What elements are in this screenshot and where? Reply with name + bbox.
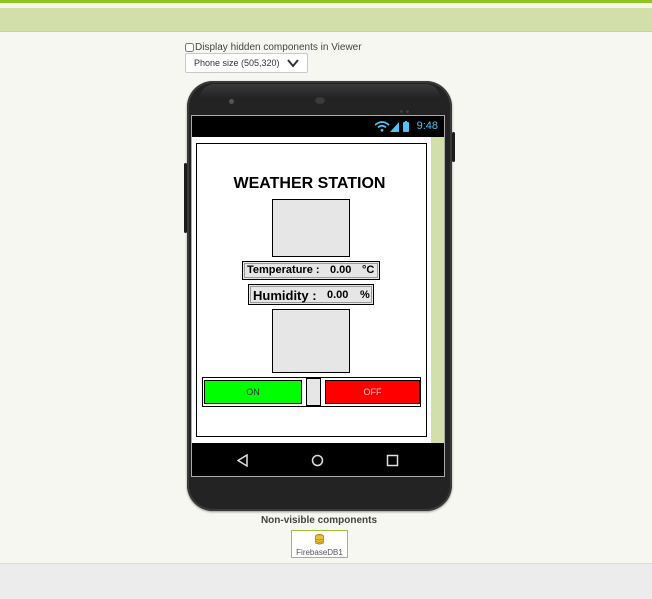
phone-size-select[interactable]: Phone size (505,320) [185,53,308,73]
phone-speaker [314,96,326,105]
recents-icon[interactable] [386,454,399,467]
off-button-label: OFF [363,387,382,397]
off-button[interactable]: OFF [325,380,420,404]
humidity-value: 0.00 [327,289,349,301]
humidity-image [272,309,350,373]
temperature-reading: Temperature : 0.00 °C [242,261,380,280]
battery-icon [403,121,409,132]
on-button[interactable]: ON [204,380,302,404]
database-icon [315,534,324,545]
display-hidden-checkbox[interactable] [185,42,194,52]
app-title: WEATHER STATION [233,175,386,192]
firebase-component-label: FirebaseDB1 [296,548,343,557]
temperature-value: 0.00 [330,264,352,276]
bottom-panel [0,563,652,599]
chevron-down-icon [287,59,299,68]
viewer-toolbar-band [0,8,652,32]
display-hidden-components[interactable]: Display hidden components in Viewer [185,40,362,54]
on-button-label: ON [246,387,260,397]
home-icon[interactable] [311,454,324,467]
humidity-label: Humidity : [253,288,317,303]
button-spacer [306,378,321,406]
signal-icon [390,122,399,132]
humidity-unit: % [360,289,370,301]
phone-power-button [452,132,455,162]
wifi-icon [375,121,390,132]
temperature-label: Temperature : [247,264,320,276]
sensor-dots [400,100,416,113]
navigation-bar [192,444,444,476]
temperature-image [272,199,350,257]
phone-volume-button [184,163,187,233]
front-camera [229,99,234,104]
status-bar: 9:48 [192,116,444,136]
firebase-component[interactable]: FirebaseDB1 [291,530,348,558]
display-hidden-label: Display hidden components in Viewer [195,41,362,53]
status-time: 9:48 [416,120,438,132]
phone-size-value: Phone size (505,320) [194,58,280,68]
back-icon[interactable] [237,454,249,467]
temperature-unit: °C [362,264,375,276]
status-icons [375,121,409,132]
non-visible-components-heading: Non-visible components [260,515,378,526]
humidity-reading: Humidity : 0.00 % [248,284,374,305]
